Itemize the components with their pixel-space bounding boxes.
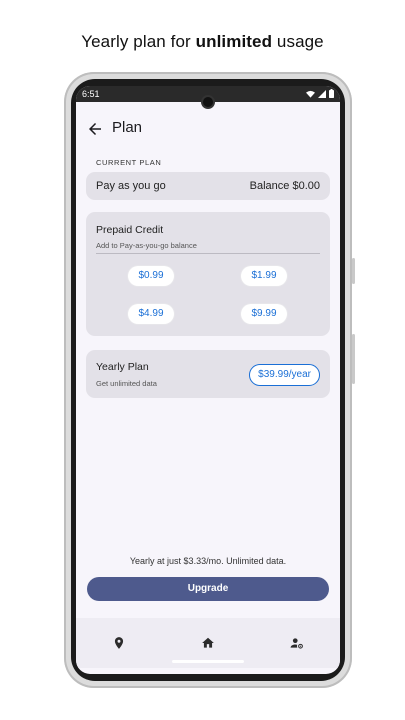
prepaid-divider bbox=[96, 253, 320, 254]
caption-text-bold: unlimited bbox=[195, 32, 273, 51]
prepaid-credit-subtitle: Add to Pay-as-you-go balance bbox=[96, 241, 197, 250]
location-pin-icon[interactable] bbox=[112, 636, 126, 650]
status-icons bbox=[306, 89, 334, 98]
current-plan-card: Pay as you go Balance $0.00 bbox=[86, 172, 330, 200]
back-arrow-icon[interactable] bbox=[86, 120, 104, 138]
yearly-plan-subtitle: Get unlimited data bbox=[96, 379, 157, 388]
power-button bbox=[352, 258, 355, 284]
current-plan-name: Pay as you go bbox=[96, 180, 166, 192]
battery-icon bbox=[329, 89, 334, 98]
prepaid-credit-card: Prepaid Credit Add to Pay-as-you-go bala… bbox=[86, 212, 330, 336]
app-screen: 6:51 Plan CURRENT PLAN Pay as you go Bal… bbox=[76, 86, 340, 674]
yearly-plan-title: Yearly Plan bbox=[96, 361, 149, 373]
home-icon[interactable] bbox=[201, 636, 215, 650]
wifi-icon bbox=[306, 90, 315, 98]
signal-icon bbox=[318, 89, 326, 98]
caption-text-pre: Yearly plan for bbox=[81, 32, 196, 51]
caption-text-post: usage bbox=[272, 32, 324, 51]
credit-option-button[interactable]: $9.99 bbox=[241, 304, 287, 324]
page-title: Plan bbox=[112, 119, 143, 136]
current-plan-label: CURRENT PLAN bbox=[96, 158, 162, 167]
yearly-plan-card: Yearly Plan Get unlimited data $39.99/ye… bbox=[86, 350, 330, 398]
phone-frame: 6:51 Plan CURRENT PLAN Pay as you go Bal… bbox=[64, 72, 355, 688]
volume-button bbox=[352, 334, 355, 384]
front-camera bbox=[201, 95, 215, 109]
credit-option-button[interactable]: $1.99 bbox=[241, 266, 287, 286]
app-bar: Plan bbox=[76, 112, 340, 146]
yearly-price-button[interactable]: $39.99/year bbox=[249, 364, 320, 386]
credit-option-button[interactable]: $4.99 bbox=[128, 304, 174, 324]
status-time: 6:51 bbox=[82, 89, 100, 99]
upgrade-note: Yearly at just $3.33/mo. Unlimited data. bbox=[129, 556, 287, 566]
current-plan-balance: Balance $0.00 bbox=[249, 180, 320, 192]
prepaid-credit-title: Prepaid Credit bbox=[96, 224, 164, 236]
promo-caption: Yearly plan for unlimited usage bbox=[0, 32, 405, 52]
upgrade-button[interactable]: Upgrade bbox=[87, 577, 329, 601]
account-settings-icon[interactable] bbox=[290, 636, 304, 650]
credit-option-button[interactable]: $0.99 bbox=[128, 266, 174, 286]
gesture-bar bbox=[172, 660, 244, 663]
